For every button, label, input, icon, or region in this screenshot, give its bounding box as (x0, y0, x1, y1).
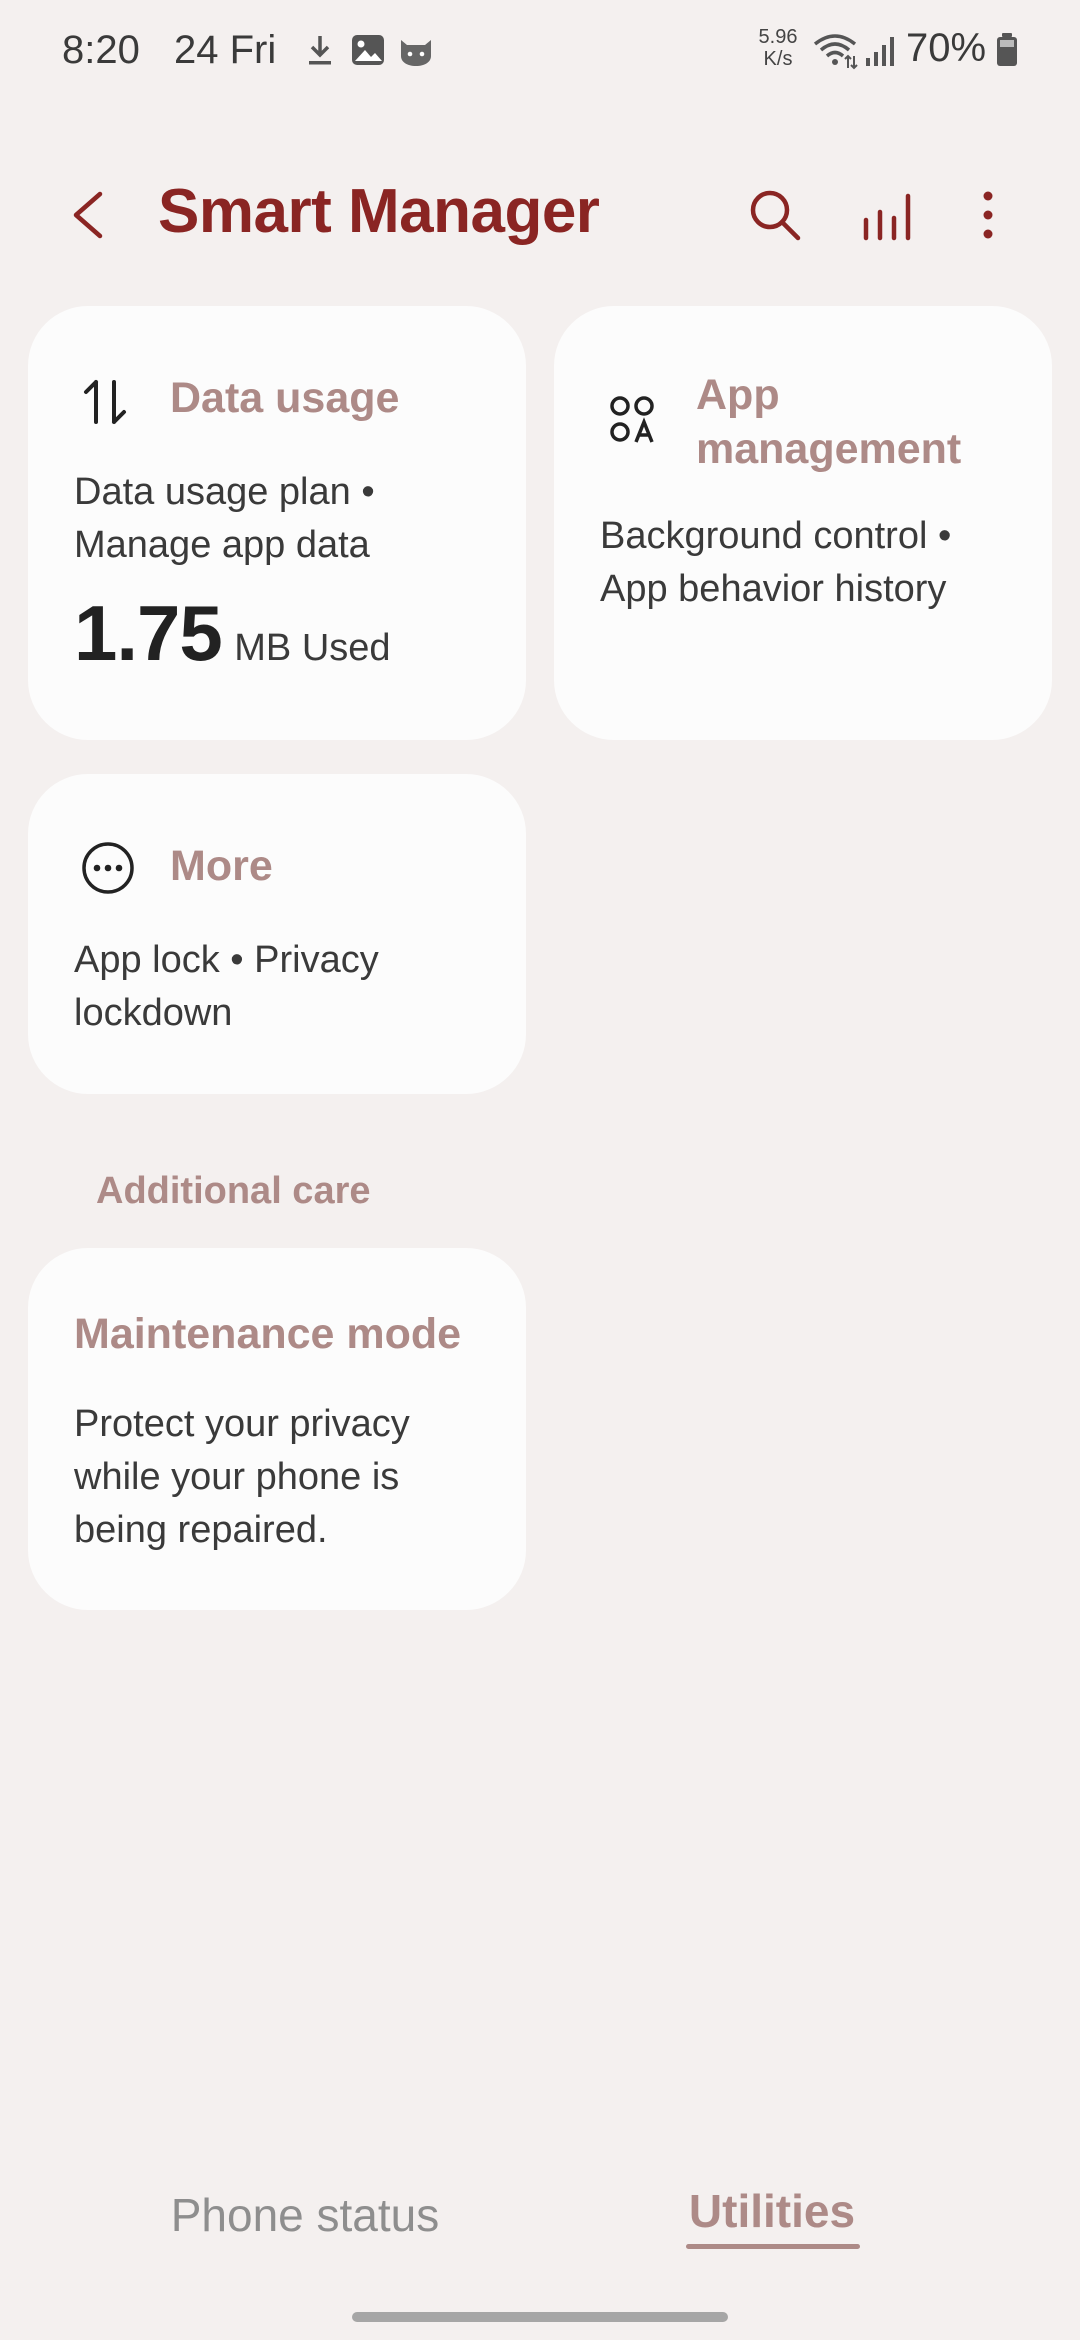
more-vert-icon[interactable] (958, 182, 1018, 248)
tab-phone-status[interactable]: Phone status (0, 2188, 610, 2242)
data-used-unit: MB Used (234, 627, 391, 669)
maintenance-mode-card[interactable]: Maintenance mode Protect your privacy wh… (28, 1248, 526, 1610)
page-title: Smart Manager (158, 177, 600, 246)
network-speed: 5.96 K/s (758, 26, 798, 70)
gallery-icon (352, 35, 384, 65)
download-icon (309, 36, 331, 65)
status-time: 8:20 (62, 28, 140, 72)
data-used-value: 1.75 (74, 589, 223, 677)
stats-icon[interactable] (856, 182, 922, 248)
app-grid-icon (610, 396, 654, 443)
more-title: More (170, 842, 273, 890)
more-card[interactable]: More App lock • Privacy lockdown (28, 774, 526, 1094)
data-usage-card[interactable]: Data usage Data usage plan • Manage app … (28, 306, 526, 740)
battery-percentage: 70% (906, 26, 987, 70)
maintenance-mode-title: Maintenance mode (74, 1310, 462, 1358)
data-transfer-icon (84, 380, 126, 424)
app-management-card[interactable]: App management Background control • App … (554, 306, 1052, 740)
status-date: 24 Fri (174, 28, 277, 72)
more-description: App lock • Privacy lockdown (74, 939, 379, 1034)
back-icon[interactable] (60, 180, 120, 250)
more-circle-icon (82, 842, 134, 894)
battery-icon (997, 33, 1017, 66)
data-used-summary: 1.75 MB Used (74, 588, 391, 679)
cat-app-icon (401, 40, 431, 66)
tab-utilities[interactable]: Utilities (652, 2184, 892, 2238)
active-tab-indicator (686, 2244, 860, 2249)
data-usage-title: Data usage (170, 374, 400, 422)
app-management-description: Background control • App behavior histor… (600, 515, 952, 610)
data-usage-description: Data usage plan • Manage app data (74, 471, 375, 566)
home-indicator[interactable] (352, 2312, 728, 2322)
app-management-title: App management (696, 371, 962, 473)
maintenance-mode-description: Protect your privacy while your phone is… (74, 1403, 410, 1551)
signal-icon (866, 37, 894, 66)
search-icon[interactable] (742, 182, 808, 248)
wifi-icon (813, 34, 858, 70)
additional-care-header: Additional care (96, 1170, 371, 1212)
